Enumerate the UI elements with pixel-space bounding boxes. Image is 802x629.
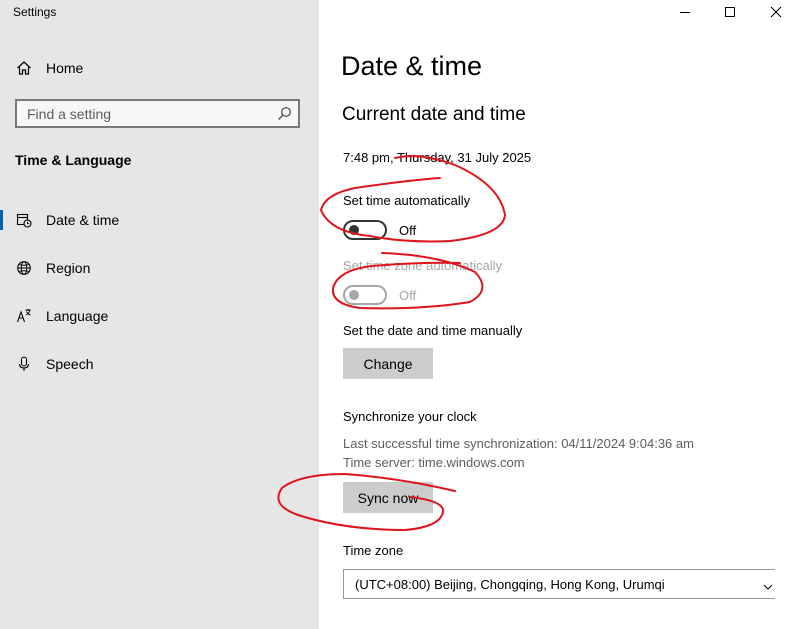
sidebar-item-speech[interactable]: Speech <box>0 344 319 384</box>
time-server-text: Time server: time.windows.com <box>343 455 525 470</box>
close-icon <box>770 6 782 18</box>
microphone-icon <box>16 356 32 372</box>
last-sync-text: Last successful time synchronization: 04… <box>343 436 694 451</box>
section-subtitle: Current date and time <box>342 104 526 125</box>
sync-heading: Synchronize your clock <box>343 409 477 424</box>
timezone-label: Time zone <box>343 543 404 558</box>
maximize-button[interactable] <box>707 0 753 24</box>
sidebar-item-label: Language <box>46 308 109 324</box>
sidebar-item-language[interactable]: Language <box>0 296 319 336</box>
sidebar-item-label: Home <box>46 60 84 76</box>
toggle-knob <box>349 225 359 235</box>
sidebar-item-region[interactable]: Region <box>0 248 319 288</box>
close-button[interactable] <box>753 0 799 24</box>
section-title: Time & Language <box>15 152 132 168</box>
search-box[interactable] <box>15 99 300 128</box>
set-timezone-auto-toggle[interactable] <box>343 285 387 305</box>
set-timezone-auto-label: Set time zone automatically <box>343 258 502 273</box>
sync-now-button[interactable]: Sync now <box>343 482 433 513</box>
home-icon <box>16 60 32 76</box>
set-time-auto-label: Set time automatically <box>343 193 471 208</box>
search-icon[interactable] <box>277 106 292 126</box>
maximize-icon <box>725 7 735 17</box>
sidebar-item-label: Speech <box>46 356 94 372</box>
language-icon <box>16 308 32 324</box>
chevron-down-icon <box>763 579 773 597</box>
page-title: Date & time <box>341 51 483 81</box>
set-time-auto-toggle[interactable] <box>343 220 387 240</box>
calendar-clock-icon <box>16 212 32 228</box>
app-title: Settings <box>13 5 57 19</box>
change-button[interactable]: Change <box>343 348 433 379</box>
search-input[interactable] <box>17 101 277 126</box>
minimize-button[interactable] <box>662 0 708 24</box>
minimize-icon <box>680 12 690 13</box>
timezone-dropdown[interactable]: (UTC+08:00) Beijing, Chongqing, Hong Kon… <box>343 569 775 599</box>
sidebar-item-home[interactable]: Home <box>0 48 319 88</box>
sidebar-item-date-time[interactable]: Date & time <box>0 200 319 240</box>
timezone-value: (UTC+08:00) Beijing, Chongqing, Hong Kon… <box>355 577 665 592</box>
set-time-auto-state: Off <box>399 223 417 238</box>
manual-datetime-label: Set the date and time manually <box>343 323 523 338</box>
current-datetime: 7:48 pm, Thursday, 31 July 2025 <box>343 150 532 165</box>
set-timezone-auto-state: Off <box>399 288 417 303</box>
sidebar: Settings Home Time & Language Date & tim… <box>0 0 319 629</box>
sidebar-item-label: Region <box>46 260 91 276</box>
main-content: Date & time Current date and time 7:48 p… <box>319 0 802 629</box>
sidebar-item-label: Date & time <box>46 212 120 228</box>
toggle-knob <box>349 290 359 300</box>
globe-icon <box>16 260 32 276</box>
